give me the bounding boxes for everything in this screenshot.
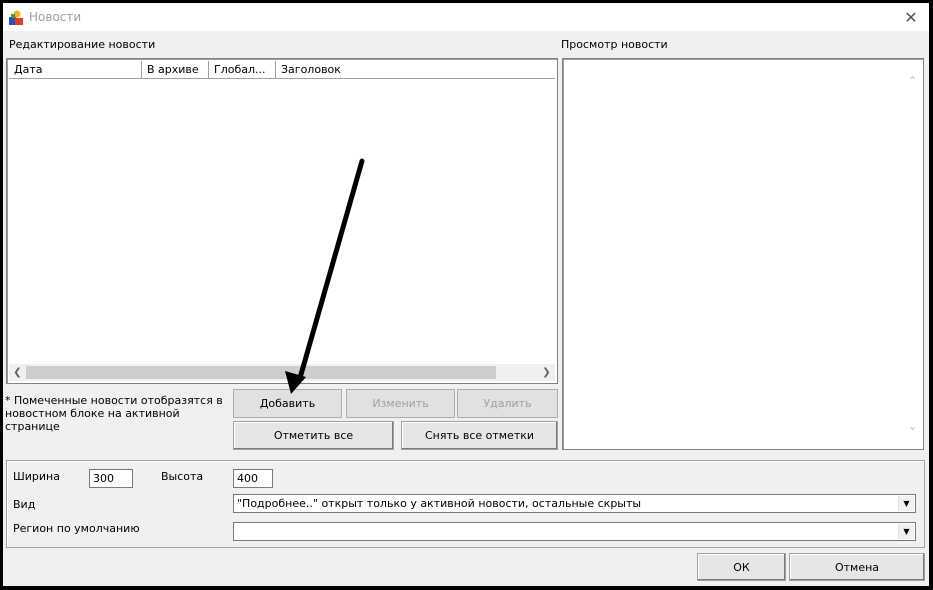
- edit-button[interactable]: Изменить: [346, 389, 455, 418]
- news-list[interactable]: Дата В архиве Глобал... Заголовок ❮ ❯: [6, 58, 558, 384]
- column-header-title[interactable]: Заголовок: [276, 61, 555, 78]
- dropdown-arrow-icon[interactable]: ▼: [898, 496, 914, 511]
- unmark-all-button[interactable]: Снять все отметки: [401, 421, 558, 450]
- region-select[interactable]: ▼: [233, 522, 916, 541]
- column-header-date[interactable]: Дата: [9, 61, 142, 78]
- height-label: Высота: [161, 470, 204, 483]
- width-field[interactable]: 300: [89, 469, 133, 488]
- horizontal-scrollbar[interactable]: ❮ ❯: [9, 364, 555, 381]
- edit-panel-title: Редактирование новости: [9, 38, 156, 51]
- preview-panel-title: Просмотр новости: [561, 38, 668, 51]
- news-dialog: Новости ✕ Редактирование новости Просмот…: [3, 3, 929, 586]
- cancel-button[interactable]: Отмена: [789, 553, 925, 581]
- width-label: Ширина: [13, 470, 60, 483]
- news-preview: ⌃ ⌄: [562, 58, 924, 450]
- news-app-icon: [9, 10, 23, 25]
- view-select[interactable]: "Подробнее.." открыт только у активной н…: [233, 494, 916, 513]
- chevron-right-icon[interactable]: ❯: [538, 364, 555, 381]
- region-label: Регион по умолчанию: [13, 522, 140, 535]
- mark-all-button[interactable]: Отметить все: [233, 421, 394, 450]
- chevron-left-icon[interactable]: ❮: [9, 364, 26, 381]
- title-bar: Новости ✕: [3, 3, 929, 31]
- marked-news-note: * Помеченные новости отобразятся в новос…: [5, 394, 223, 433]
- ok-button[interactable]: ОК: [697, 553, 786, 581]
- window-title: Новости: [29, 10, 82, 24]
- column-header-global[interactable]: Глобал...: [209, 61, 276, 78]
- chevron-down-icon[interactable]: ⌄: [904, 418, 921, 435]
- news-list-header: Дата В архиве Глобал... Заголовок: [9, 61, 555, 79]
- delete-button[interactable]: Удалить: [457, 389, 558, 418]
- close-icon[interactable]: ✕: [897, 5, 925, 29]
- dropdown-arrow-icon[interactable]: ▼: [898, 524, 914, 539]
- column-header-archive[interactable]: В архиве: [142, 61, 209, 78]
- view-label: Вид: [13, 498, 36, 511]
- height-field[interactable]: 400: [233, 469, 273, 488]
- chevron-up-icon[interactable]: ⌃: [904, 73, 921, 90]
- add-button[interactable]: Добавить: [233, 389, 342, 418]
- view-select-value: "Подробнее.." открыт только у активной н…: [237, 497, 642, 510]
- scrollbar-thumb[interactable]: [26, 366, 496, 379]
